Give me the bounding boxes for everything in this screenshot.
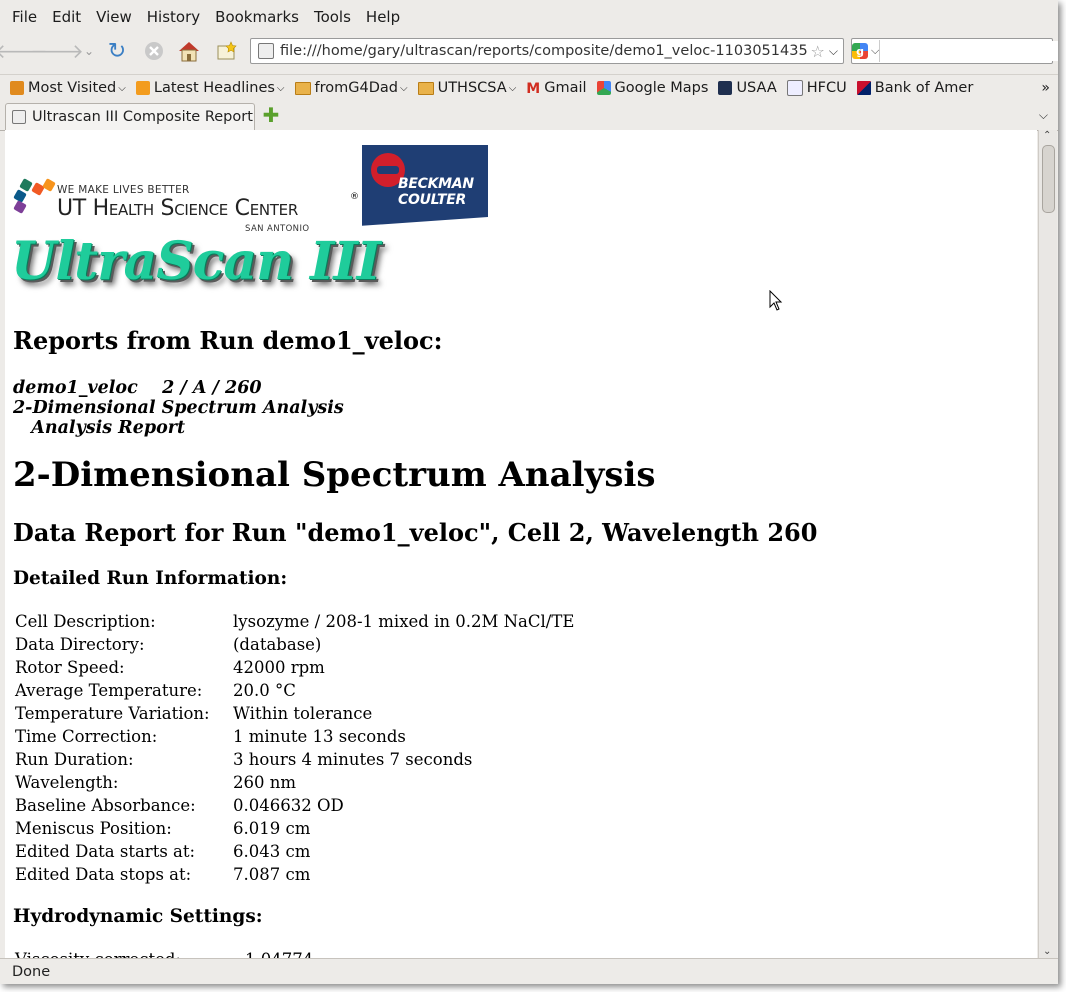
navigation-toolbar: 🡐 🡒 ⌄ ↻ file:///home/gary/ultrascan/repo… [0, 32, 1058, 68]
table-row: Temperature Variation: Within tolerance [15, 704, 373, 723]
run-info-table: Cell Description: lysozyme / 208-1 mixed … [13, 610, 576, 886]
menu-tools[interactable]: Tools [314, 8, 351, 26]
chevron-down-icon: ⌵ [118, 82, 126, 94]
tab-strip: Ultrascan III Composite Report ✚ ⌵ [0, 102, 1058, 131]
browser-window: File Edit View History Bookmarks Tools H… [0, 0, 1058, 984]
table-row: Edited Data stops at: 7.087 cm [15, 865, 311, 884]
registered-icon: ® [350, 192, 359, 202]
data-report-heading: Data Report for Run "demo1_veloc", Cell … [13, 518, 818, 547]
reload-icon[interactable]: ↻ [104, 38, 130, 64]
chevron-down-icon: ⌵ [871, 44, 880, 57]
table-row: Edited Data starts at: 6.043 cm [15, 842, 311, 861]
chevron-down-icon: ⌵ [399, 82, 408, 94]
scroll-down-arrow-icon[interactable]: ⌄ [1043, 946, 1051, 957]
stop-icon[interactable] [141, 38, 167, 64]
bookmark-gmail[interactable]: M Gmail [526, 80, 586, 97]
search-input[interactable] [880, 41, 1058, 61]
folder-icon [294, 81, 311, 95]
menu-history[interactable]: History [147, 8, 200, 26]
table-row: Baseline Absorbance: 0.046632 OD [15, 796, 344, 815]
bookmark-fromg4dad[interactable]: fromG4Dad ⌵ [294, 80, 408, 96]
folder-icon [417, 81, 434, 95]
chevron-right-double-icon[interactable]: » [1041, 80, 1050, 96]
chevron-down-icon: ⌵ [276, 82, 285, 94]
ultrascan-logo: UltraScan III [11, 231, 381, 292]
url-dropdown-icon[interactable]: ⌵ [829, 44, 838, 59]
table-row: Viscosity corrected: 1.04774 [15, 950, 313, 958]
bookmark-latest-headlines[interactable]: Latest Headlines ⌵ [135, 80, 285, 96]
bookmark-uthscsa[interactable]: UTHSCSA ⌵ [417, 80, 517, 96]
maps-icon [596, 81, 611, 95]
gmail-icon: M [526, 81, 541, 97]
search-engine-selector[interactable]: g ⌵ [852, 40, 881, 62]
forward-arrow-icon[interactable]: 🡒 [30, 38, 84, 64]
bank-icon [856, 81, 871, 95]
most-visited-icon [10, 81, 24, 95]
menu-view[interactable]: View [96, 8, 132, 26]
tab-composite-report[interactable]: Ultrascan III Composite Report [5, 103, 255, 130]
run-info-block: demo1_veloc 2 / A / 260 2-Dimensional Sp… [13, 378, 344, 438]
menu-bookmarks[interactable]: Bookmarks [215, 8, 299, 26]
page-title: 2-Dimensional Spectrum Analysis [13, 455, 656, 495]
table-row: Meniscus Position: 6.019 cm [15, 819, 311, 838]
chevron-down-icon: ⌵ [508, 82, 517, 94]
table-row: Wavelength: 260 nm [15, 773, 297, 792]
page-icon [786, 80, 803, 96]
bookmark-most-visited[interactable]: Most Visited ⌵ [10, 80, 126, 96]
beckman-coulter-logo: BECKMAN COULTER [362, 145, 488, 233]
bookmark-google-maps[interactable]: Google Maps [596, 80, 708, 96]
rss-icon [135, 81, 150, 95]
menu-bar: File Edit View History Bookmarks Tools H… [0, 4, 1058, 30]
menu-edit[interactable]: Edit [52, 8, 81, 26]
menu-help[interactable]: Help [366, 8, 400, 26]
file-page-icon [12, 110, 26, 124]
menu-file[interactable]: File [12, 8, 37, 26]
history-dropdown-icon[interactable]: ⌄ [76, 38, 102, 64]
detailed-run-info-heading: Detailed Run Information: [13, 568, 288, 589]
page-content: WE MAKE LIVES BETTER UT Health Science C… [5, 130, 1037, 958]
usaa-icon [718, 81, 733, 95]
reports-heading: Reports from Run demo1_veloc: [13, 326, 443, 355]
table-row: Cell Description: lysozyme / 208-1 mixed … [15, 612, 575, 631]
home-icon[interactable] [176, 38, 202, 64]
table-row: Run Duration: 3 hours 4 minutes 7 seconds [15, 750, 473, 769]
table-row: Time Correction: 1 minute 13 seconds [15, 727, 406, 746]
bookmarks-toolbar: Most Visited ⌵ Latest Headlines ⌵ fromG4Da… [0, 74, 1058, 101]
uthsc-logo: WE MAKE LIVES BETTER UT Health Science C… [13, 175, 359, 235]
scroll-thumb[interactable] [1042, 145, 1055, 213]
bookmark-bank-of-amer[interactable]: Bank of Amer [856, 80, 973, 96]
table-row: Rotor Speed: 42000 rpm [15, 658, 325, 677]
bookmark-star-outline-icon[interactable]: ☆ [811, 42, 825, 61]
vertical-scrollbar[interactable]: ⌃ ⌄ [1038, 130, 1057, 958]
google-icon: g [852, 43, 868, 59]
address-bar[interactable]: file:///home/gary/ultrascan/reports/comp… [250, 38, 844, 64]
search-bar: g ⌵ 🔍︎ [851, 38, 1058, 64]
new-tab-plus-icon[interactable]: ✚ [262, 105, 280, 125]
url-text[interactable]: file:///home/gary/ultrascan/reports/comp… [280, 43, 809, 59]
scroll-up-arrow-icon[interactable]: ⌃ [1043, 130, 1051, 141]
hexagon-cluster-icon [13, 177, 56, 217]
bookmark-hfcu[interactable]: HFCU [786, 80, 847, 96]
bookmark-star-icon[interactable] [214, 38, 240, 64]
status-bar: Done [0, 958, 1058, 984]
status-text: Done [12, 964, 51, 980]
table-row: Data Directory: (database) [15, 635, 322, 654]
table-row: Average Temperature: 20.0 °C [15, 681, 296, 700]
tab-list-chevron-icon[interactable]: ⌵ [1039, 108, 1048, 123]
file-page-icon [258, 43, 274, 59]
hydrodynamic-settings-heading: Hydrodynamic Settings: [13, 906, 263, 927]
bookmark-usaa[interactable]: USAA [718, 80, 777, 96]
